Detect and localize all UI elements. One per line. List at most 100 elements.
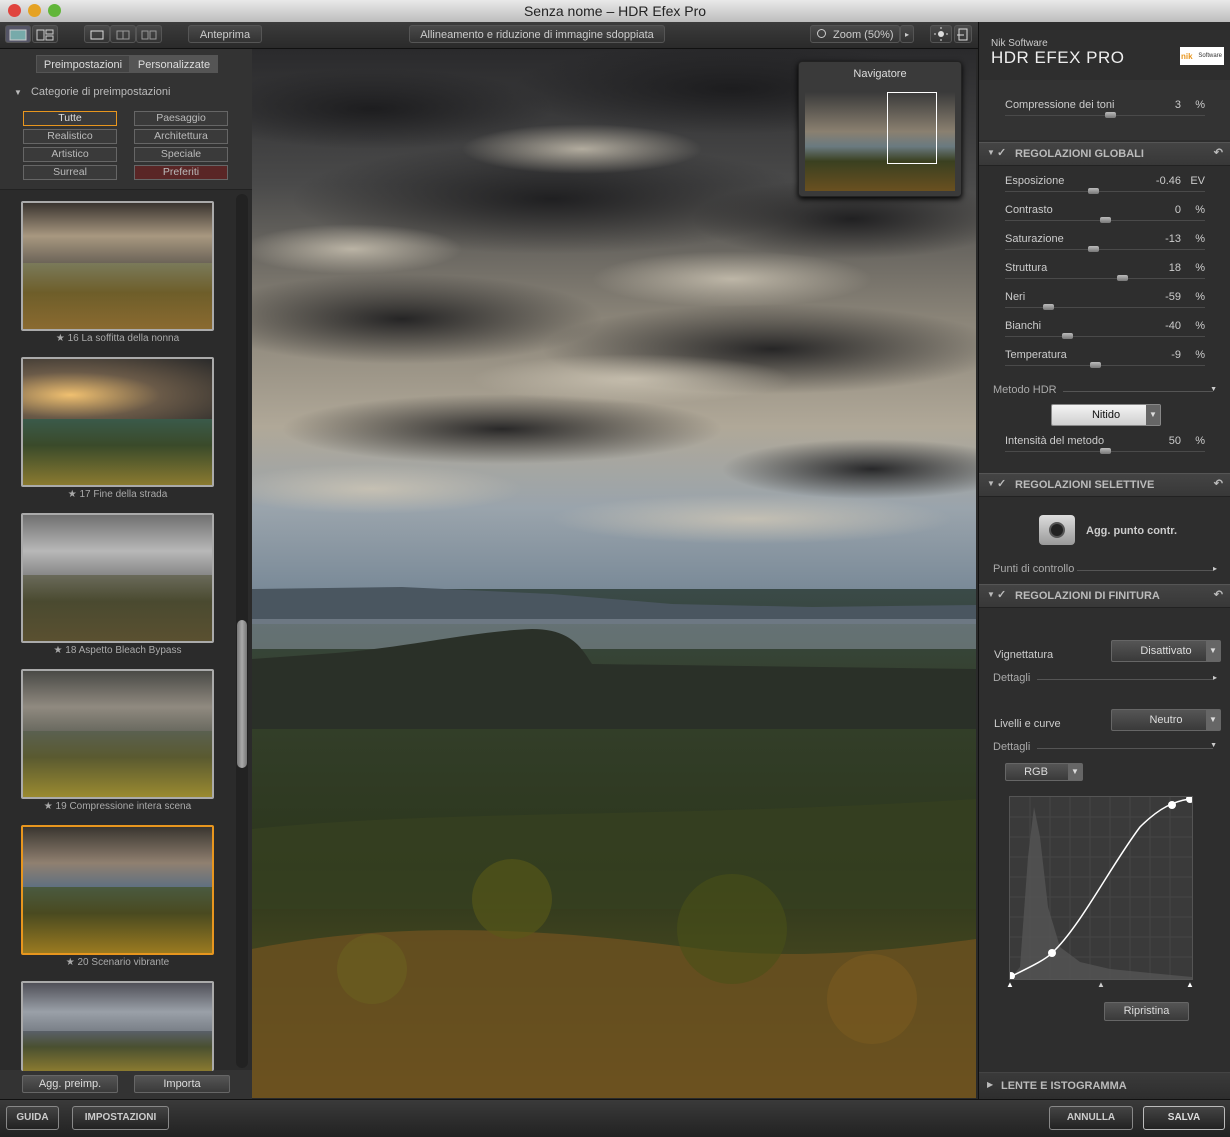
- add-preset-button[interactable]: Agg. preimp.: [22, 1075, 118, 1093]
- navigator-viewport[interactable]: [887, 92, 937, 164]
- preview-button[interactable]: Anteprima: [188, 25, 262, 43]
- reset-arrow-icon[interactable]: ↶: [1214, 477, 1223, 490]
- slider-knob[interactable]: [1105, 112, 1116, 118]
- category-realistic[interactable]: Realistico: [23, 129, 117, 144]
- save-button[interactable]: SALVA: [1143, 1106, 1225, 1130]
- white-point-handle-icon[interactable]: ▲: [1186, 980, 1194, 989]
- preset-thumbnail[interactable]: [21, 669, 214, 799]
- slider-track[interactable]: [1005, 365, 1205, 366]
- navigator-thumbnail[interactable]: [805, 92, 955, 191]
- bottom-bar: GUIDA IMPOSTAZIONI ANNULLA SALVA: [0, 1099, 1230, 1137]
- single-view-icon[interactable]: [5, 25, 31, 43]
- category-artistic[interactable]: Artistico: [23, 147, 117, 162]
- curves-svg: [1007, 795, 1194, 980]
- disclosure-triangle-icon: ▼: [987, 590, 995, 599]
- slider-knob[interactable]: [1062, 333, 1073, 339]
- slider-whites[interactable]: Bianchi -40 %: [1005, 318, 1205, 347]
- expand-arrow-icon[interactable]: ▼: [1210, 386, 1217, 393]
- hdr-method-dropdown[interactable]: Nitido ▼: [1051, 404, 1161, 426]
- channel-dropdown[interactable]: RGB ▼: [1005, 763, 1083, 781]
- reset-arrow-icon[interactable]: ↶: [1214, 588, 1223, 601]
- tab-custom[interactable]: Personalizzate: [130, 55, 218, 73]
- window-title: Senza nome – HDR Efex Pro: [523, 3, 707, 19]
- expand-arrow-icon[interactable]: ▸: [1213, 564, 1217, 573]
- section-lens-histogram[interactable]: ▶ LENTE E ISTOGRAMMA: [979, 1072, 1230, 1099]
- categories-header[interactable]: ▼ Categorie di preimpostazioni: [14, 86, 170, 98]
- cancel-button[interactable]: ANNULLA: [1049, 1106, 1133, 1130]
- enable-checkbox-icon[interactable]: ✓: [997, 588, 1006, 601]
- grid-view-icon[interactable]: [32, 25, 58, 43]
- midpoint-handle-icon[interactable]: ▲: [1097, 980, 1105, 989]
- slider-blacks[interactable]: Neri -59 %: [1005, 289, 1205, 318]
- slider-structure[interactable]: Struttura 18 %: [1005, 260, 1205, 289]
- divider: [1037, 679, 1213, 680]
- section-global-adjustments[interactable]: ▼ ✓ REGOLAZIONI GLOBALI ↶: [979, 142, 1230, 166]
- divider: [1063, 391, 1213, 392]
- slider-temperature[interactable]: Temperatura -9 %: [1005, 347, 1205, 376]
- zoom-button[interactable]: Zoom (50%): [810, 25, 900, 43]
- preset-thumbnail[interactable]: [21, 981, 214, 1071]
- align-button[interactable]: Allineamento e riduzione di immagine sdo…: [409, 25, 665, 43]
- expand-arrow-icon[interactable]: ▼: [1210, 742, 1217, 749]
- fullscreen-icon[interactable]: [954, 25, 972, 43]
- single-preview-icon[interactable]: [84, 25, 110, 43]
- slider-tone-compression[interactable]: Compressione dei toni 3 %: [1005, 97, 1205, 126]
- details-label: Dettagli: [993, 672, 1031, 684]
- side-by-side-icon[interactable]: [136, 25, 162, 43]
- category-favorites[interactable]: Preferiti: [134, 165, 228, 180]
- section-finishing-adjustments[interactable]: ▼ ✓ REGOLAZIONI DI FINITURA ↶: [979, 584, 1230, 608]
- details-label-2: Dettagli: [993, 741, 1031, 753]
- category-landscape[interactable]: Paesaggio: [134, 111, 228, 126]
- import-button[interactable]: Importa: [134, 1075, 230, 1093]
- loupe-icon[interactable]: [930, 25, 952, 43]
- preset-thumbnail[interactable]: [21, 201, 214, 331]
- slider-method-intensity[interactable]: Intensità del metodo 50 %: [1005, 433, 1205, 462]
- slider-track[interactable]: [1005, 249, 1205, 250]
- section-selective-adjustments[interactable]: ▼ ✓ REGOLAZIONI SELETTIVE ↶: [979, 473, 1230, 497]
- reset-curves-button[interactable]: Ripristina: [1104, 1002, 1189, 1021]
- split-preview-icon[interactable]: [110, 25, 136, 43]
- tab-presets[interactable]: Preimpostazioni: [36, 55, 130, 73]
- enable-checkbox-icon[interactable]: ✓: [997, 477, 1006, 490]
- slider-contrast[interactable]: Contrasto 0 %: [1005, 202, 1205, 231]
- expand-arrow-icon[interactable]: ▸: [1213, 673, 1217, 682]
- category-architecture[interactable]: Architettura: [134, 129, 228, 144]
- main-image[interactable]: Navigatore: [252, 49, 976, 1098]
- curves-graph[interactable]: [1007, 795, 1194, 980]
- levels-curves-dropdown[interactable]: Neutro ▼: [1111, 709, 1221, 731]
- slider-track[interactable]: [1005, 191, 1205, 192]
- preset-label: ★ 19 Compressione intera scena: [43, 801, 192, 812]
- slider-knob[interactable]: [1100, 217, 1111, 223]
- control-points-label: Punti di controllo: [993, 563, 1075, 575]
- settings-button[interactable]: IMPOSTAZIONI: [72, 1106, 169, 1130]
- slider-track[interactable]: [1005, 278, 1205, 279]
- slider-knob[interactable]: [1100, 448, 1111, 454]
- slider-knob[interactable]: [1043, 304, 1054, 310]
- reset-arrow-icon[interactable]: ↶: [1214, 146, 1223, 159]
- category-all[interactable]: Tutte: [23, 111, 117, 126]
- slider-knob[interactable]: [1088, 188, 1099, 194]
- slider-exposure[interactable]: Esposizione -0.46 EV: [1005, 173, 1205, 202]
- category-surreal[interactable]: Surreal: [23, 165, 117, 180]
- enable-checkbox-icon[interactable]: ✓: [997, 146, 1006, 159]
- slider-knob[interactable]: [1088, 246, 1099, 252]
- preset-thumbnail[interactable]: [21, 513, 214, 643]
- preset-thumbnail[interactable]: [21, 357, 214, 487]
- help-button[interactable]: GUIDA: [6, 1106, 59, 1130]
- preset-thumbnail-selected[interactable]: [21, 825, 214, 955]
- slider-saturation[interactable]: Saturazione -13 %: [1005, 231, 1205, 260]
- slider-knob[interactable]: [1090, 362, 1101, 368]
- zoom-menu-arrow-icon[interactable]: ▸: [900, 25, 914, 43]
- navigator-panel: Navigatore: [798, 61, 962, 197]
- slider-track[interactable]: [1005, 336, 1205, 337]
- vignette-dropdown[interactable]: Disattivato ▼: [1111, 640, 1221, 662]
- scrollbar-track[interactable]: [236, 194, 248, 1068]
- dropdown-arrow-icon: ▼: [1206, 710, 1220, 730]
- category-special[interactable]: Speciale: [134, 147, 228, 162]
- add-control-point-button[interactable]: [1039, 515, 1075, 545]
- black-point-handle-icon[interactable]: ▲: [1006, 980, 1014, 989]
- scrollbar-thumb[interactable]: [237, 620, 247, 768]
- slider-knob[interactable]: [1117, 275, 1128, 281]
- disclosure-triangle-icon: ▼: [987, 479, 995, 488]
- slider-track[interactable]: [1005, 307, 1205, 308]
